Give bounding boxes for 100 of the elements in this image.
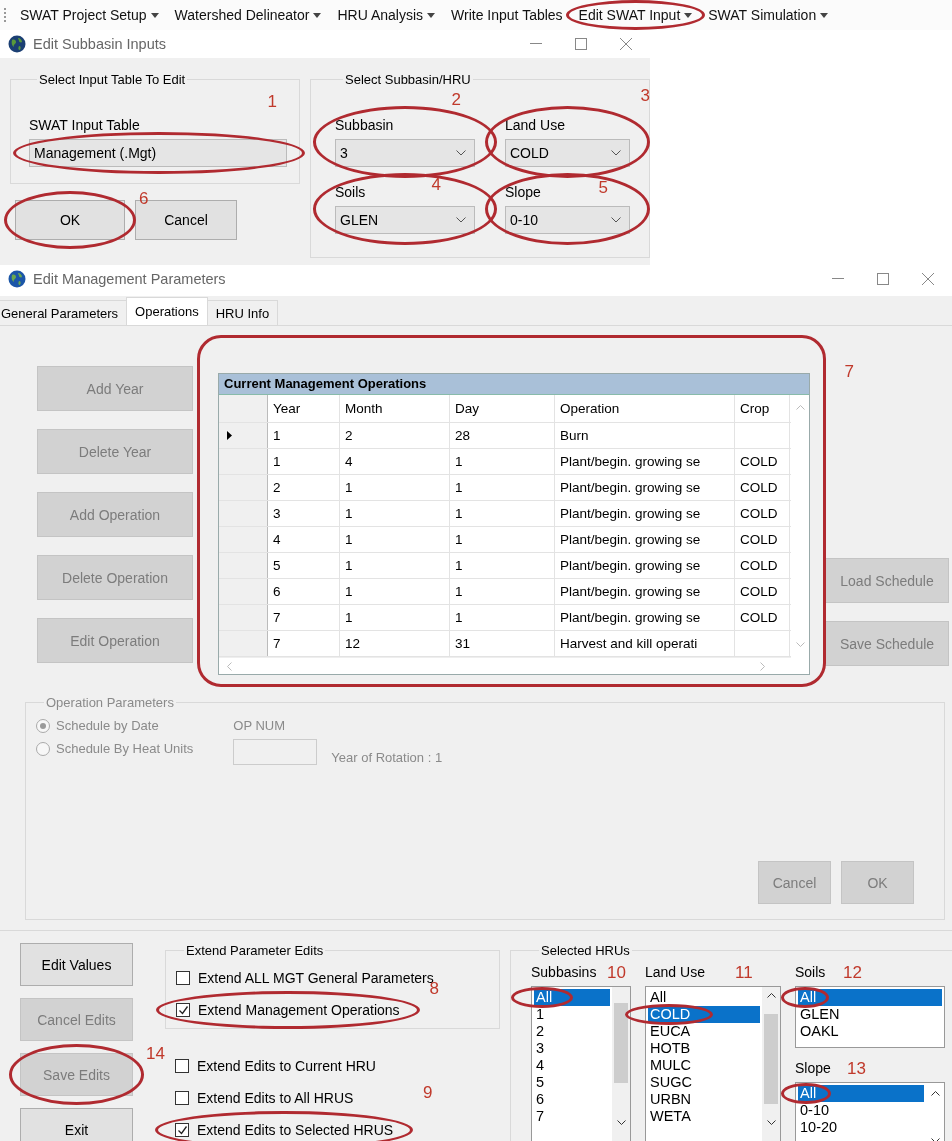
- caret-icon: [150, 12, 159, 18]
- maximize-icon[interactable]: [877, 273, 889, 285]
- action-button[interactable]: Edit Values: [20, 943, 133, 986]
- table-cell: 31: [455, 636, 471, 651]
- scrollbar[interactable]: [612, 987, 630, 1141]
- field-label: SWAT Input Table: [29, 117, 140, 133]
- list-item[interactable]: 7: [534, 1108, 610, 1125]
- row-header[interactable]: [219, 475, 268, 500]
- table-cell: 7: [273, 610, 281, 625]
- menu-item[interactable]: Watershed Delineator: [171, 5, 325, 25]
- dropdown[interactable]: 3: [335, 139, 475, 167]
- list-item[interactable]: All: [648, 989, 760, 1006]
- annotation-number: 11: [735, 964, 753, 982]
- annotation-number: 1: [267, 93, 277, 111]
- list-item[interactable]: SUGC: [648, 1074, 760, 1091]
- checkbox[interactable]: [176, 1003, 190, 1017]
- checkbox[interactable]: [176, 971, 190, 985]
- minimize-icon[interactable]: [530, 43, 542, 45]
- window-title: Edit Subbasin Inputs: [33, 36, 166, 52]
- soils-list[interactable]: All GLEN OAKL: [795, 986, 945, 1048]
- menu-item[interactable]: SWAT Project Setup: [17, 5, 162, 25]
- dialog-button[interactable]: OK: [15, 200, 125, 240]
- annotation-number: 5: [598, 179, 608, 197]
- radio-button[interactable]: [36, 718, 50, 733]
- checkbox[interactable]: [175, 1059, 189, 1073]
- tab[interactable]: HRU Info: [206, 300, 279, 325]
- list-item[interactable]: 6: [534, 1091, 610, 1108]
- table-cell: Plant/begin. growing se: [560, 584, 701, 599]
- row-header[interactable]: [219, 449, 268, 474]
- menu-item[interactable]: HRU Analysis: [334, 5, 439, 25]
- close-icon[interactable]: [922, 273, 934, 285]
- caret-icon: [820, 12, 829, 18]
- menu-item[interactable]: Edit SWAT Input: [575, 5, 696, 25]
- column-header[interactable]: Year: [268, 395, 340, 422]
- row-header[interactable]: [219, 553, 268, 578]
- chevron-up-icon: [795, 405, 805, 410]
- table-cell: 28: [455, 428, 471, 443]
- list-item[interactable]: 3: [534, 1040, 610, 1057]
- tab[interactable]: Operations: [126, 297, 208, 325]
- row-header[interactable]: [219, 423, 268, 448]
- table-cell: 2: [273, 480, 281, 495]
- list-item[interactable]: URBN: [648, 1091, 760, 1108]
- annotation-number: 7: [844, 363, 854, 381]
- dropdown[interactable]: GLEN: [335, 206, 475, 234]
- table-cell: COLD: [740, 584, 778, 599]
- list-item[interactable]: 0-10: [798, 1102, 924, 1119]
- menu-item[interactable]: SWAT Simulation: [705, 5, 832, 25]
- row-header[interactable]: [219, 631, 268, 656]
- chevron-down-icon: [456, 150, 466, 156]
- dropdown[interactable]: Management (.Mgt): [29, 139, 287, 167]
- menu-item[interactable]: Write Input Tables: [448, 5, 566, 25]
- dropdown[interactable]: COLD: [505, 139, 630, 167]
- table-cell: Burn: [560, 428, 589, 443]
- window-title: Edit Management Parameters: [33, 271, 226, 287]
- list-item[interactable]: All: [798, 989, 942, 1006]
- annotation-number: 13: [847, 1060, 866, 1078]
- list-item[interactable]: OAKL: [798, 1023, 942, 1040]
- list-item[interactable]: HOTB: [648, 1040, 760, 1057]
- minimize-icon[interactable]: [832, 278, 844, 280]
- land-use-list[interactable]: All COLD EUCA HOTB MULC SUGC URBN WETA: [645, 986, 781, 1141]
- maximize-icon[interactable]: [575, 38, 587, 50]
- radio-button[interactable]: [36, 741, 50, 756]
- table-cell: 1: [345, 532, 353, 547]
- column-header[interactable]: Day: [450, 395, 555, 422]
- current-row-icon: [227, 431, 232, 440]
- slope-list[interactable]: All 0-10 10-20: [795, 1082, 945, 1141]
- list-item[interactable]: 4: [534, 1057, 610, 1074]
- action-button[interactable]: Exit: [20, 1108, 133, 1141]
- list-item[interactable]: 10-20: [798, 1119, 924, 1136]
- column-header[interactable]: Operation: [555, 395, 735, 422]
- table-cell: 1: [273, 454, 281, 469]
- globe-icon: [8, 270, 26, 288]
- column-header[interactable]: Month: [340, 395, 450, 422]
- checkbox[interactable]: [175, 1091, 189, 1105]
- list-item[interactable]: 2: [534, 1023, 610, 1040]
- scrollbar[interactable]: [762, 987, 780, 1141]
- row-header[interactable]: [219, 605, 268, 630]
- table-cell: 3: [273, 506, 281, 521]
- annotation-number: 2: [451, 91, 461, 109]
- list-item[interactable]: 5: [534, 1074, 610, 1091]
- row-header[interactable]: [219, 527, 268, 552]
- table-cell: Plant/begin. growing se: [560, 558, 701, 573]
- row-header[interactable]: [219, 579, 268, 604]
- table-cell: 7: [273, 636, 281, 651]
- list-label: Slope: [795, 1060, 831, 1078]
- list-item[interactable]: GLEN: [798, 1006, 942, 1023]
- close-icon[interactable]: [620, 38, 632, 50]
- list-item[interactable]: 1: [534, 1006, 610, 1023]
- column-header[interactable]: Crop: [735, 395, 790, 422]
- row-header[interactable]: [219, 501, 268, 526]
- subbasin-list[interactable]: All 1 2 3 4 5 6 7: [531, 986, 631, 1141]
- list-item[interactable]: WETA: [648, 1108, 760, 1125]
- list-item[interactable]: EUCA: [648, 1023, 760, 1040]
- dropdown[interactable]: 0-10: [505, 206, 630, 234]
- chevron-left-icon: [227, 661, 232, 671]
- group-title: Select Input Table To Edit: [38, 72, 187, 87]
- list-item[interactable]: All: [798, 1085, 924, 1102]
- checkbox[interactable]: [175, 1123, 189, 1137]
- list-item[interactable]: MULC: [648, 1057, 760, 1074]
- caret-icon: [313, 12, 322, 18]
